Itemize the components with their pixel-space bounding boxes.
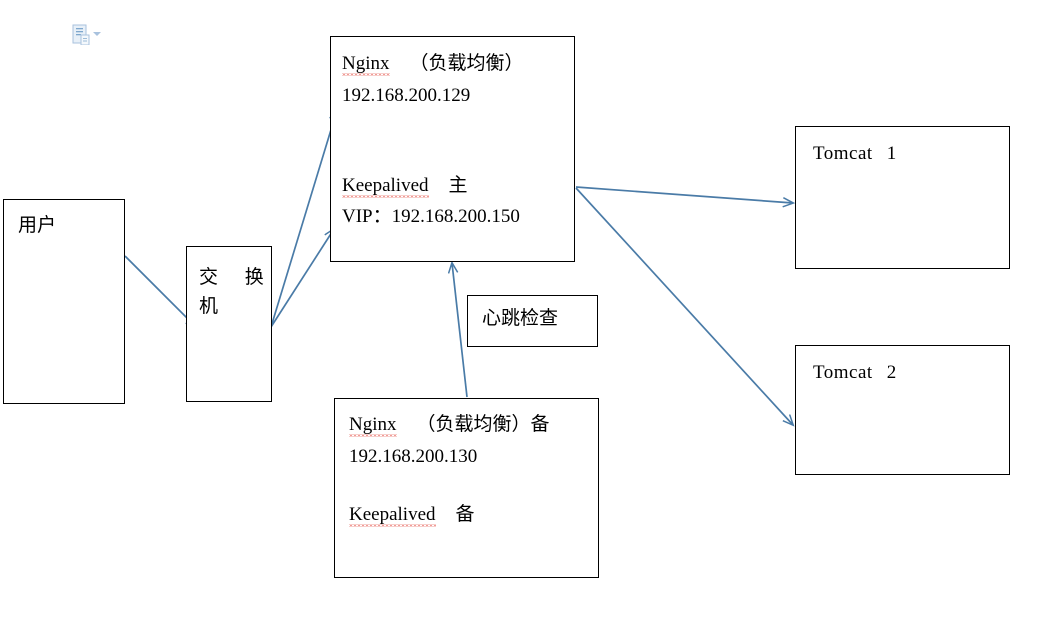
- node-tomcat-1[interactable]: Tomcat 1: [795, 126, 1010, 269]
- node-nginx-master[interactable]: Nginx （负载均衡） 192.168.200.129 Keepalived 主 …: [330, 36, 575, 262]
- nginx-backup-line1: Nginx （负载均衡）备: [349, 415, 550, 437]
- nginx-backup-role: （负载均衡）备: [416, 414, 550, 435]
- keepalived-master-app-name: Keepalived: [342, 175, 429, 196]
- keepalived-backup-role: 备: [455, 504, 475, 525]
- arrow-switch-to-nginx-master-lower: [270, 229, 334, 328]
- nginx-master-app-name: Nginx: [342, 53, 390, 74]
- arrow-switch-to-nginx-master-upper: [270, 110, 337, 328]
- diagram-canvas: 用户 交 换 机 Nginx （负载均衡） 192.168.200.129 Kee…: [0, 0, 1047, 642]
- node-user-label: 用户: [18, 215, 57, 236]
- tomcat-2-index: 2: [886, 362, 897, 383]
- node-user[interactable]: 用户: [3, 199, 125, 404]
- node-tomcat-2[interactable]: Tomcat 2: [795, 345, 1010, 475]
- paste-document-icon[interactable]: [72, 24, 90, 45]
- nginx-backup-app-name: Nginx: [349, 414, 397, 435]
- nginx-master-vip: VIP：192.168.200.150: [342, 206, 520, 227]
- arrow-heartbeat-backup-to-master: [452, 263, 468, 398]
- node-nginx-backup[interactable]: Nginx （负载均衡）备 192.168.200.130 Keepalived 备: [334, 398, 599, 578]
- paste-options-smart-tag[interactable]: [72, 23, 108, 45]
- nginx-master-line3: Keepalived 主: [342, 176, 468, 198]
- keepalived-master-role: 主: [448, 175, 468, 196]
- node-heartbeat-check-label: 心跳检查: [482, 308, 559, 329]
- node-heartbeat-check[interactable]: 心跳检查: [467, 295, 598, 347]
- arrow-nginx-master-to-tomcat2: [575, 187, 793, 425]
- nginx-master-ip: 192.168.200.129: [342, 85, 471, 106]
- node-tomcat-2-label: Tomcat 2: [813, 363, 897, 382]
- node-switch-label: 交 换 机: [199, 267, 275, 318]
- nginx-master-role: （负载均衡）: [409, 53, 524, 74]
- node-tomcat-1-label: Tomcat 1: [813, 144, 897, 163]
- nginx-backup-line3: Keepalived 备: [349, 505, 475, 527]
- keepalived-backup-app-name: Keepalived: [349, 504, 436, 525]
- node-switch[interactable]: 交 换 机: [186, 246, 272, 402]
- arrow-nginx-master-to-tomcat1: [575, 186, 793, 203]
- nginx-backup-ip: 192.168.200.130: [349, 446, 478, 467]
- tomcat-2-name: Tomcat: [813, 362, 873, 383]
- tomcat-1-index: 1: [886, 143, 897, 164]
- tomcat-1-name: Tomcat: [813, 143, 873, 164]
- nginx-master-line1: Nginx （负载均衡）: [342, 54, 524, 76]
- chevron-down-icon[interactable]: [93, 32, 101, 36]
